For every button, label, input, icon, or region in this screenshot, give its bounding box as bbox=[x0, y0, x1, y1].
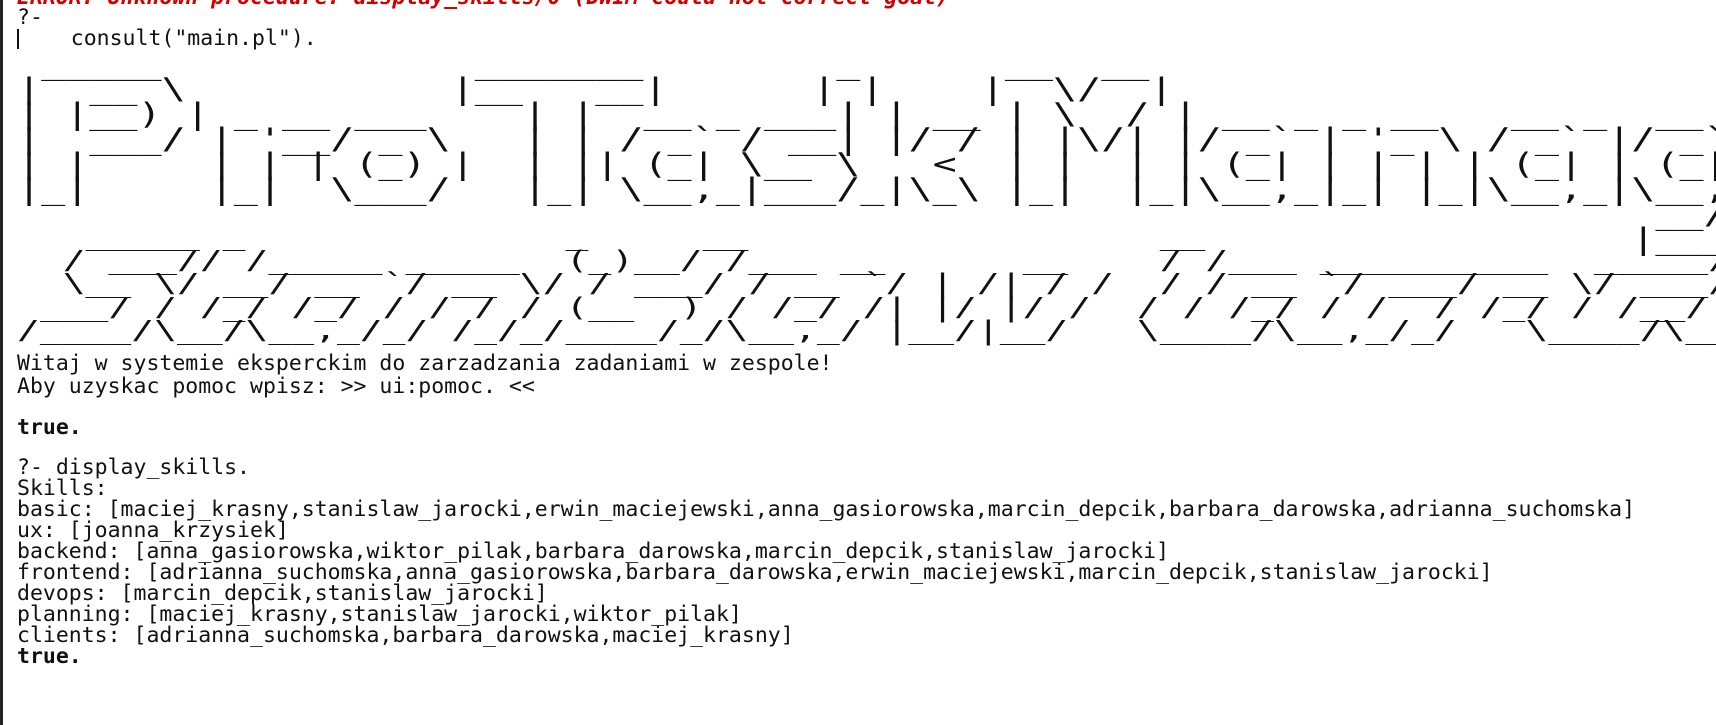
help-message: Aby uzyskac pomoc wpisz: >> ui:pomoc. << bbox=[17, 374, 535, 399]
text-caret bbox=[17, 29, 19, 49]
skill-line-clients: clients: [adrianna_suchomska,barbara_dar… bbox=[17, 623, 794, 648]
welcome-message: Witaj w systemie eksperckim do zarzadzan… bbox=[17, 351, 833, 376]
error-message: ERROR: Unknown procedure: display_skills… bbox=[17, 0, 949, 9]
result-true: true. bbox=[17, 415, 82, 440]
prolog-console[interactable]: ERROR: Unknown procedure: display_skills… bbox=[0, 0, 1716, 725]
ascii-banner-name: _____ _ _ __ __ __ _ / ___// /_____ ____… bbox=[17, 222, 1716, 346]
result-true-final: true. bbox=[17, 644, 82, 669]
